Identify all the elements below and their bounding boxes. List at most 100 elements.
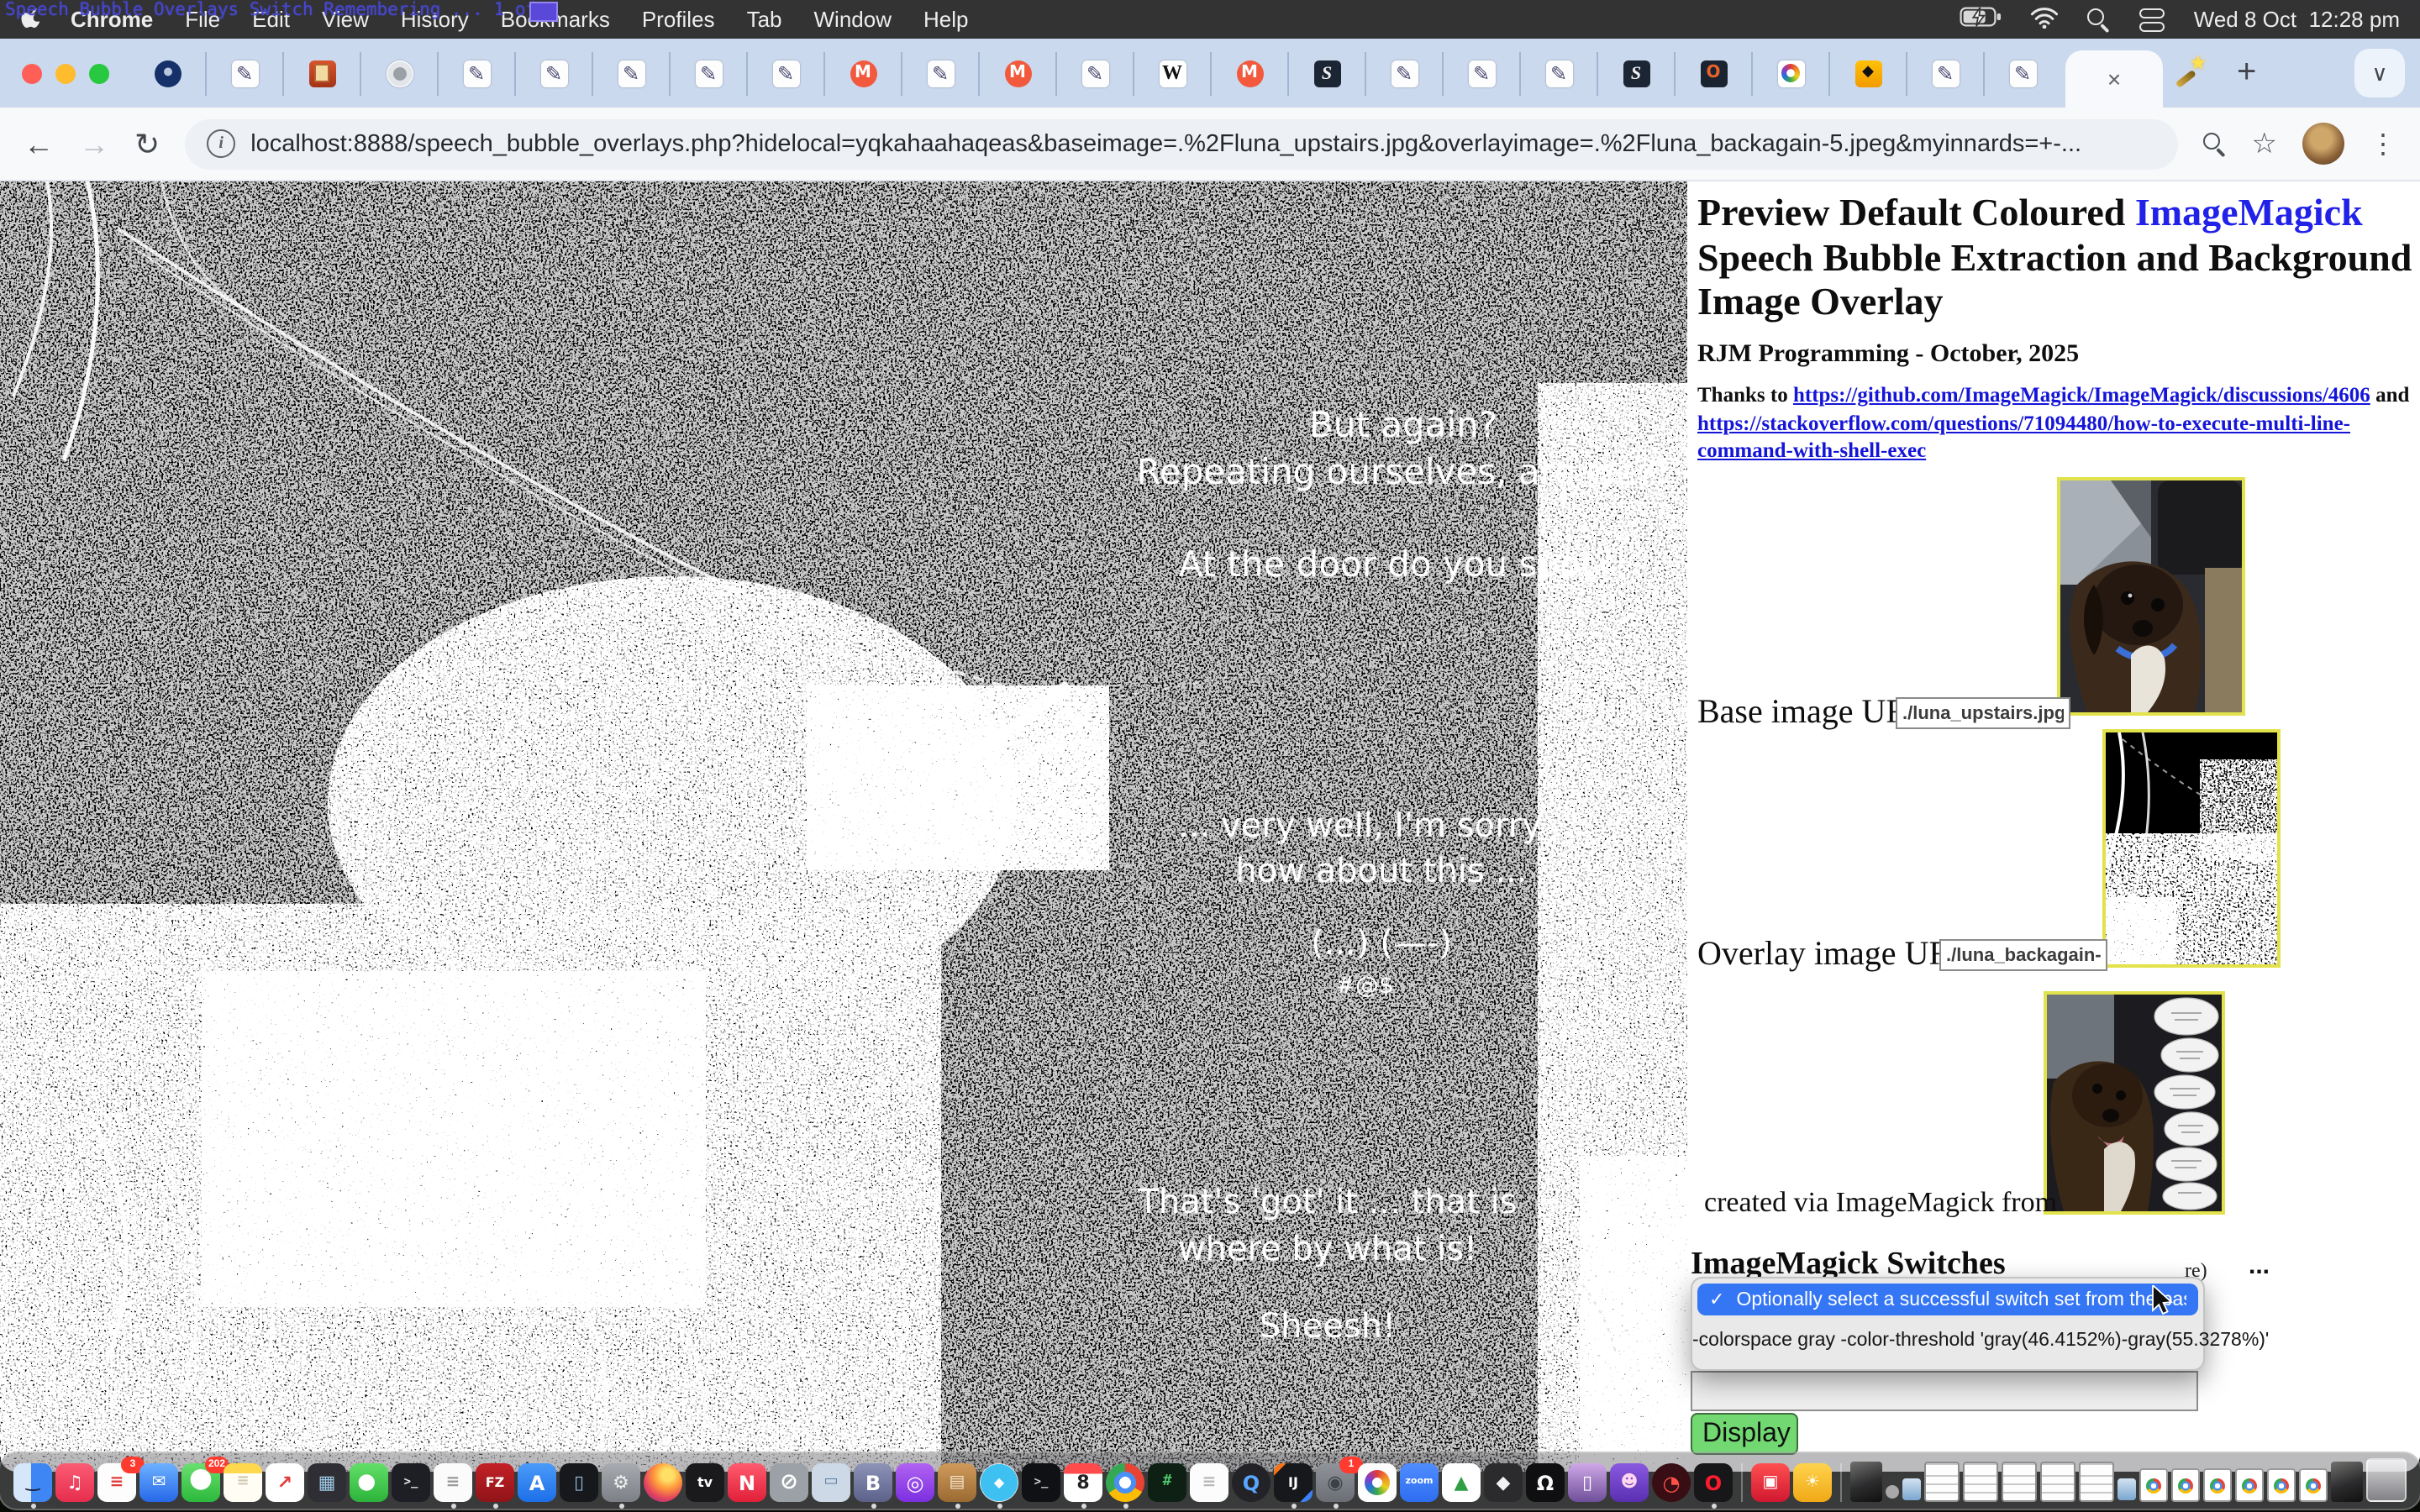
zoom-window-button[interactable] xyxy=(89,64,109,84)
dock-minimized-chrome-window[interactable] xyxy=(2203,1468,2232,1502)
dock-launchpad[interactable]: ▦ xyxy=(308,1463,346,1502)
tab-pen[interactable]: ✎ xyxy=(1985,51,2060,95)
dock-minimized-chrome-window[interactable] xyxy=(2139,1468,2168,1502)
dock-bulb-app[interactable]: ☀ xyxy=(1793,1463,1832,1502)
dock-no-sign[interactable]: ⊘ xyxy=(770,1463,808,1502)
dock-mini-window[interactable]: ▭ xyxy=(812,1463,850,1502)
dock-quicktime[interactable]: Q xyxy=(1232,1463,1270,1502)
tab-grayM[interactable] xyxy=(361,51,439,95)
dock-chrome[interactable] xyxy=(1106,1463,1144,1502)
stackoverflow-link[interactable]: https://stackoverflow.com/questions/7109… xyxy=(1697,411,2350,462)
dock-minimized-chrome-window[interactable] xyxy=(2267,1468,2296,1502)
tab-close-icon[interactable]: × xyxy=(2107,66,2121,92)
dock-photo-booth[interactable]: ◉1 xyxy=(1316,1463,1355,1502)
dock-calendar[interactable]: 8 xyxy=(1064,1463,1102,1502)
dock-document[interactable]: ≡ xyxy=(1190,1463,1228,1502)
imagemagick-link[interactable]: ImageMagick xyxy=(2135,192,2363,234)
dock-terminal-dark[interactable]: >_ xyxy=(1022,1463,1060,1502)
tab-navy[interactable] xyxy=(129,51,207,95)
address-bar[interactable]: i localhost:8888/speech_bubble_overlays.… xyxy=(185,118,2177,169)
new-tab-button[interactable]: + xyxy=(2237,39,2256,108)
github-link[interactable]: https://github.com/ImageMagick/ImageMagi… xyxy=(1793,383,2370,407)
dock-minimized-window[interactable] xyxy=(1902,1478,1921,1500)
tab-pen[interactable]: ✎ xyxy=(516,51,593,95)
wifi-icon[interactable] xyxy=(2031,6,2060,33)
tab-oring[interactable]: O xyxy=(1676,51,1753,95)
active-tab[interactable]: × xyxy=(2065,50,2163,108)
dock-textedit[interactable]: ≡ xyxy=(434,1463,472,1502)
tab-pen[interactable]: ✎ xyxy=(1057,51,1134,95)
dropdown-selected-option[interactable]: ✓ Optionally select a successful switch … xyxy=(1697,1284,2198,1315)
dock-music[interactable]: ♫ xyxy=(55,1463,94,1502)
tab-pen[interactable]: ✎ xyxy=(1521,51,1598,95)
tab-search-button[interactable]: ∨ xyxy=(2354,49,2405,97)
browser-menu-icon[interactable]: ⋮ xyxy=(2370,127,2396,160)
dock-trash[interactable] xyxy=(2366,1458,2407,1502)
dock-stocks[interactable]: ↗ xyxy=(266,1463,304,1502)
menu-item-tab[interactable]: Tab xyxy=(747,7,782,32)
dock-messages[interactable]: 202 xyxy=(182,1463,220,1502)
dock-speed-gauge[interactable]: ◔ xyxy=(1652,1463,1691,1502)
control-center-icon[interactable] xyxy=(2140,8,2165,31)
tab-pen[interactable]: ✎ xyxy=(1444,51,1521,95)
base-image-thumbnail[interactable] xyxy=(2057,477,2245,716)
threshold-thumbnail[interactable] xyxy=(2102,729,2281,968)
dock-purple-app[interactable]: ☻ xyxy=(1610,1463,1649,1502)
dock-iphone[interactable]: ▯ xyxy=(1568,1463,1607,1502)
tab-darkS[interactable]: S xyxy=(1598,51,1676,95)
dock-minimized-window[interactable] xyxy=(2118,1478,2136,1500)
dock-firefox[interactable] xyxy=(644,1463,682,1502)
dropdown-option[interactable]: -colorspace gray -color-threshold 'gray(… xyxy=(1692,1331,2203,1351)
dock-minimized-document[interactable] xyxy=(1963,1462,1998,1502)
menu-item-window[interactable]: Window xyxy=(814,7,892,32)
dock-toothfairy[interactable]: Ω xyxy=(1526,1463,1565,1502)
tab-orangeM[interactable]: M xyxy=(980,51,1057,95)
tab-pen[interactable]: ✎ xyxy=(439,51,516,95)
dock-mail[interactable]: ✉ xyxy=(139,1463,178,1502)
zoom-page-icon[interactable] xyxy=(2203,132,2227,155)
overlay-image-input[interactable] xyxy=(1939,939,2107,971)
tab-pen[interactable]: ✎ xyxy=(748,51,825,95)
dock-dev-prism[interactable]: ▲ xyxy=(1442,1463,1481,1502)
tab-pen[interactable]: ✎ xyxy=(593,51,671,95)
dock-paint[interactable] xyxy=(1358,1463,1397,1502)
tab-wiki[interactable]: W xyxy=(1134,51,1212,95)
back-button[interactable]: ← xyxy=(24,129,54,159)
forward-button[interactable]: → xyxy=(79,129,109,159)
dock-cards-app[interactable]: ▣ xyxy=(1751,1463,1790,1502)
dock-facetime[interactable]: ▸ xyxy=(350,1463,388,1502)
tab-pen[interactable]: ✎ xyxy=(902,51,980,95)
dock-notes[interactable]: ≡ xyxy=(224,1463,262,1502)
dock-apple-tv[interactable]: tv xyxy=(686,1463,724,1502)
dock-bbedit[interactable]: B xyxy=(854,1463,892,1502)
site-info-icon[interactable]: i xyxy=(207,129,235,158)
dock-opera[interactable]: O xyxy=(1694,1463,1733,1502)
dock-app-store[interactable]: A xyxy=(518,1463,556,1502)
dock-minimized-item[interactable] xyxy=(1886,1485,1899,1499)
dock-intellij[interactable]: IJ xyxy=(1274,1463,1313,1502)
tab-pen[interactable]: ✎ xyxy=(207,51,284,95)
reload-button[interactable]: ↻ xyxy=(134,129,160,159)
tab-sbs[interactable]: ◆ xyxy=(1830,51,1907,95)
dock-minimized-chrome-window[interactable] xyxy=(2171,1468,2200,1502)
dock-minimized-document[interactable] xyxy=(1924,1462,1960,1502)
profile-avatar[interactable] xyxy=(2302,123,2344,165)
dock-news[interactable]: N xyxy=(728,1463,766,1502)
menu-item-help[interactable]: Help xyxy=(923,7,969,32)
dock-contacts[interactable]: ▤ xyxy=(938,1463,976,1502)
close-window-button[interactable] xyxy=(22,64,42,84)
minimize-window-button[interactable] xyxy=(55,64,76,84)
dock-zoom[interactable]: zoom xyxy=(1400,1463,1439,1502)
tab-wand[interactable]: ★ xyxy=(2163,39,2220,108)
dock-minimized-document[interactable] xyxy=(2079,1462,2114,1502)
dock-minimized-chrome-window[interactable] xyxy=(2299,1468,2328,1502)
dock-podcasts[interactable]: ◎ xyxy=(896,1463,934,1502)
menu-item-profiles[interactable]: Profiles xyxy=(642,7,715,32)
dock-minimized-photo[interactable] xyxy=(2331,1462,2363,1502)
dock-reminders[interactable]: ≡3 xyxy=(97,1463,136,1502)
dock-iphone-mirroring[interactable]: ▯ xyxy=(560,1463,598,1502)
dock-minimized-document[interactable] xyxy=(2040,1462,2075,1502)
dock-inkscape[interactable]: ◆ xyxy=(1484,1463,1523,1502)
dock-terminal-green[interactable]: # xyxy=(1148,1463,1186,1502)
tab-pen[interactable]: ✎ xyxy=(1907,51,1985,95)
